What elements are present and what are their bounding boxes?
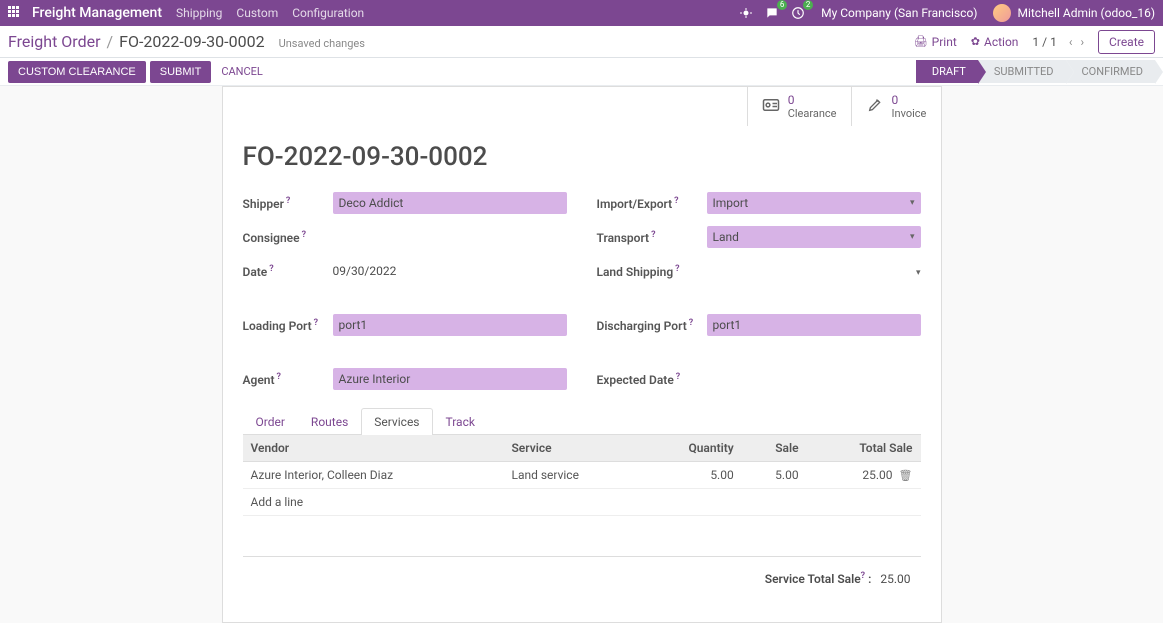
stat-clearance-button[interactable]: 0 Clearance: [747, 87, 851, 126]
table-row[interactable]: Azure Interior, Colleen Diaz Land servic…: [243, 462, 921, 489]
agent-field[interactable]: Azure Interior: [333, 368, 567, 390]
shipper-field[interactable]: Deco Addict: [333, 192, 567, 214]
badge-icon: [762, 97, 780, 117]
submit-button[interactable]: SUBMIT: [150, 61, 212, 83]
create-button[interactable]: Create: [1098, 30, 1155, 54]
app-switcher-icon[interactable]: [8, 6, 22, 20]
breadcrumb-separator: /: [107, 32, 114, 51]
land-shipping-field[interactable]: ▾: [916, 268, 921, 278]
date-field[interactable]: 09/30/2022: [333, 260, 397, 282]
tab-routes[interactable]: Routes: [298, 408, 361, 435]
pager-count[interactable]: 1 / 1: [1032, 35, 1056, 49]
services-table: Vendor Service Quantity Sale Total Sale …: [243, 435, 921, 556]
tab-services[interactable]: Services: [361, 408, 432, 435]
total-label: Service Total Sale: [765, 572, 861, 586]
cell-vendor[interactable]: Azure Interior, Colleen Diaz: [243, 462, 504, 489]
pencil-icon: [866, 97, 884, 117]
print-button[interactable]: 🖨Print: [914, 35, 957, 49]
label-date: Date?: [243, 264, 333, 279]
debug-icon[interactable]: [737, 4, 755, 22]
status-step-draft[interactable]: DRAFT: [916, 60, 978, 83]
activities-icon[interactable]: 2: [789, 4, 807, 22]
breadcrumb-back[interactable]: Freight Order: [8, 32, 101, 51]
user-name: Mitchell Admin (odoo_16): [1017, 6, 1155, 20]
import-export-field[interactable]: Import▾: [707, 192, 921, 214]
label-consignee: Consignee?: [243, 230, 333, 245]
page-title: FO-2022-09-30-0002: [243, 142, 921, 172]
stat-clearance-count: 0: [788, 93, 837, 107]
stat-invoice-count: 0: [892, 93, 927, 107]
total-value: 25.00: [880, 572, 910, 586]
label-agent: Agent?: [243, 372, 333, 387]
tab-track[interactable]: Track: [433, 408, 488, 435]
stat-clearance-label: Clearance: [788, 107, 837, 120]
status-bar: CUSTOM CLEARANCE SUBMIT CANCEL DRAFT SUB…: [0, 58, 1163, 86]
menu-shipping[interactable]: Shipping: [176, 6, 222, 20]
col-vendor[interactable]: Vendor: [243, 435, 504, 462]
messaging-icon[interactable]: 6: [763, 4, 781, 22]
user-menu[interactable]: Mitchell Admin (odoo_16): [993, 4, 1155, 22]
user-avatar-icon: [993, 4, 1011, 22]
breadcrumb: Freight Order / FO-2022-09-30-0002: [8, 32, 265, 51]
loading-port-field[interactable]: port1: [333, 314, 567, 336]
printer-icon: 🖨: [914, 35, 928, 48]
col-quantity[interactable]: Quantity: [641, 435, 742, 462]
add-line-button[interactable]: Add a line: [243, 489, 921, 516]
label-discharging-port: Discharging Port?: [597, 318, 707, 333]
chevron-down-icon: ▾: [910, 232, 915, 242]
status-steps: DRAFT SUBMITTED CONFIRMED: [916, 60, 1155, 83]
breadcrumb-current: FO-2022-09-30-0002: [119, 32, 264, 51]
menu-configuration[interactable]: Configuration: [292, 6, 364, 20]
tab-order[interactable]: Order: [243, 408, 298, 435]
gear-icon: ✿: [971, 35, 980, 48]
app-brand[interactable]: Freight Management: [32, 5, 162, 21]
activities-badge: 2: [803, 0, 813, 10]
label-land-shipping: Land Shipping?: [597, 264, 707, 279]
cell-total-sale[interactable]: 25.00🗑: [807, 462, 921, 489]
action-button[interactable]: ✿Action: [971, 35, 1019, 49]
pager-prev-icon[interactable]: ‹: [1065, 35, 1077, 49]
cell-service[interactable]: Land service: [503, 462, 640, 489]
col-sale[interactable]: Sale: [742, 435, 807, 462]
cell-sale[interactable]: 5.00: [742, 462, 807, 489]
trash-icon[interactable]: 🗑: [899, 469, 913, 482]
label-shipper: Shipper?: [243, 196, 333, 211]
pager-next-icon[interactable]: ›: [1076, 35, 1088, 49]
pager: 1 / 1 ‹ ›: [1032, 35, 1088, 49]
transport-field[interactable]: Land▾: [707, 226, 921, 248]
messaging-badge: 6: [777, 0, 787, 10]
stat-invoice-label: Invoice: [892, 107, 927, 120]
form-tabs: Order Routes Services Track: [243, 408, 921, 435]
chevron-down-icon: ▾: [910, 198, 915, 208]
form-sheet: 0 Clearance 0 Invoice FO-2022-09-30-0002: [222, 86, 942, 623]
status-step-submitted[interactable]: SUBMITTED: [978, 60, 1066, 83]
col-total-sale[interactable]: Total Sale: [807, 435, 921, 462]
cancel-button[interactable]: CANCEL: [221, 65, 263, 78]
unsaved-changes-indicator: Unsaved changes: [279, 37, 365, 50]
menu-custom[interactable]: Custom: [236, 6, 278, 20]
company-selector[interactable]: My Company (San Francisco): [821, 6, 977, 20]
cell-quantity[interactable]: 5.00: [641, 462, 742, 489]
custom-clearance-button[interactable]: CUSTOM CLEARANCE: [8, 61, 146, 83]
status-step-confirmed[interactable]: CONFIRMED: [1066, 60, 1156, 83]
col-service[interactable]: Service: [503, 435, 640, 462]
label-import-export: Import/Export?: [597, 196, 707, 211]
top-navbar: Freight Management Shipping Custom Confi…: [0, 0, 1163, 26]
stat-invoice-button[interactable]: 0 Invoice: [851, 87, 941, 126]
label-expected-date: Expected Date?: [597, 372, 707, 387]
discharging-port-field[interactable]: port1: [707, 314, 921, 336]
control-bar: Freight Order / FO-2022-09-30-0002 Unsav…: [0, 26, 1163, 58]
label-loading-port: Loading Port?: [243, 318, 333, 333]
label-transport: Transport?: [597, 230, 707, 245]
